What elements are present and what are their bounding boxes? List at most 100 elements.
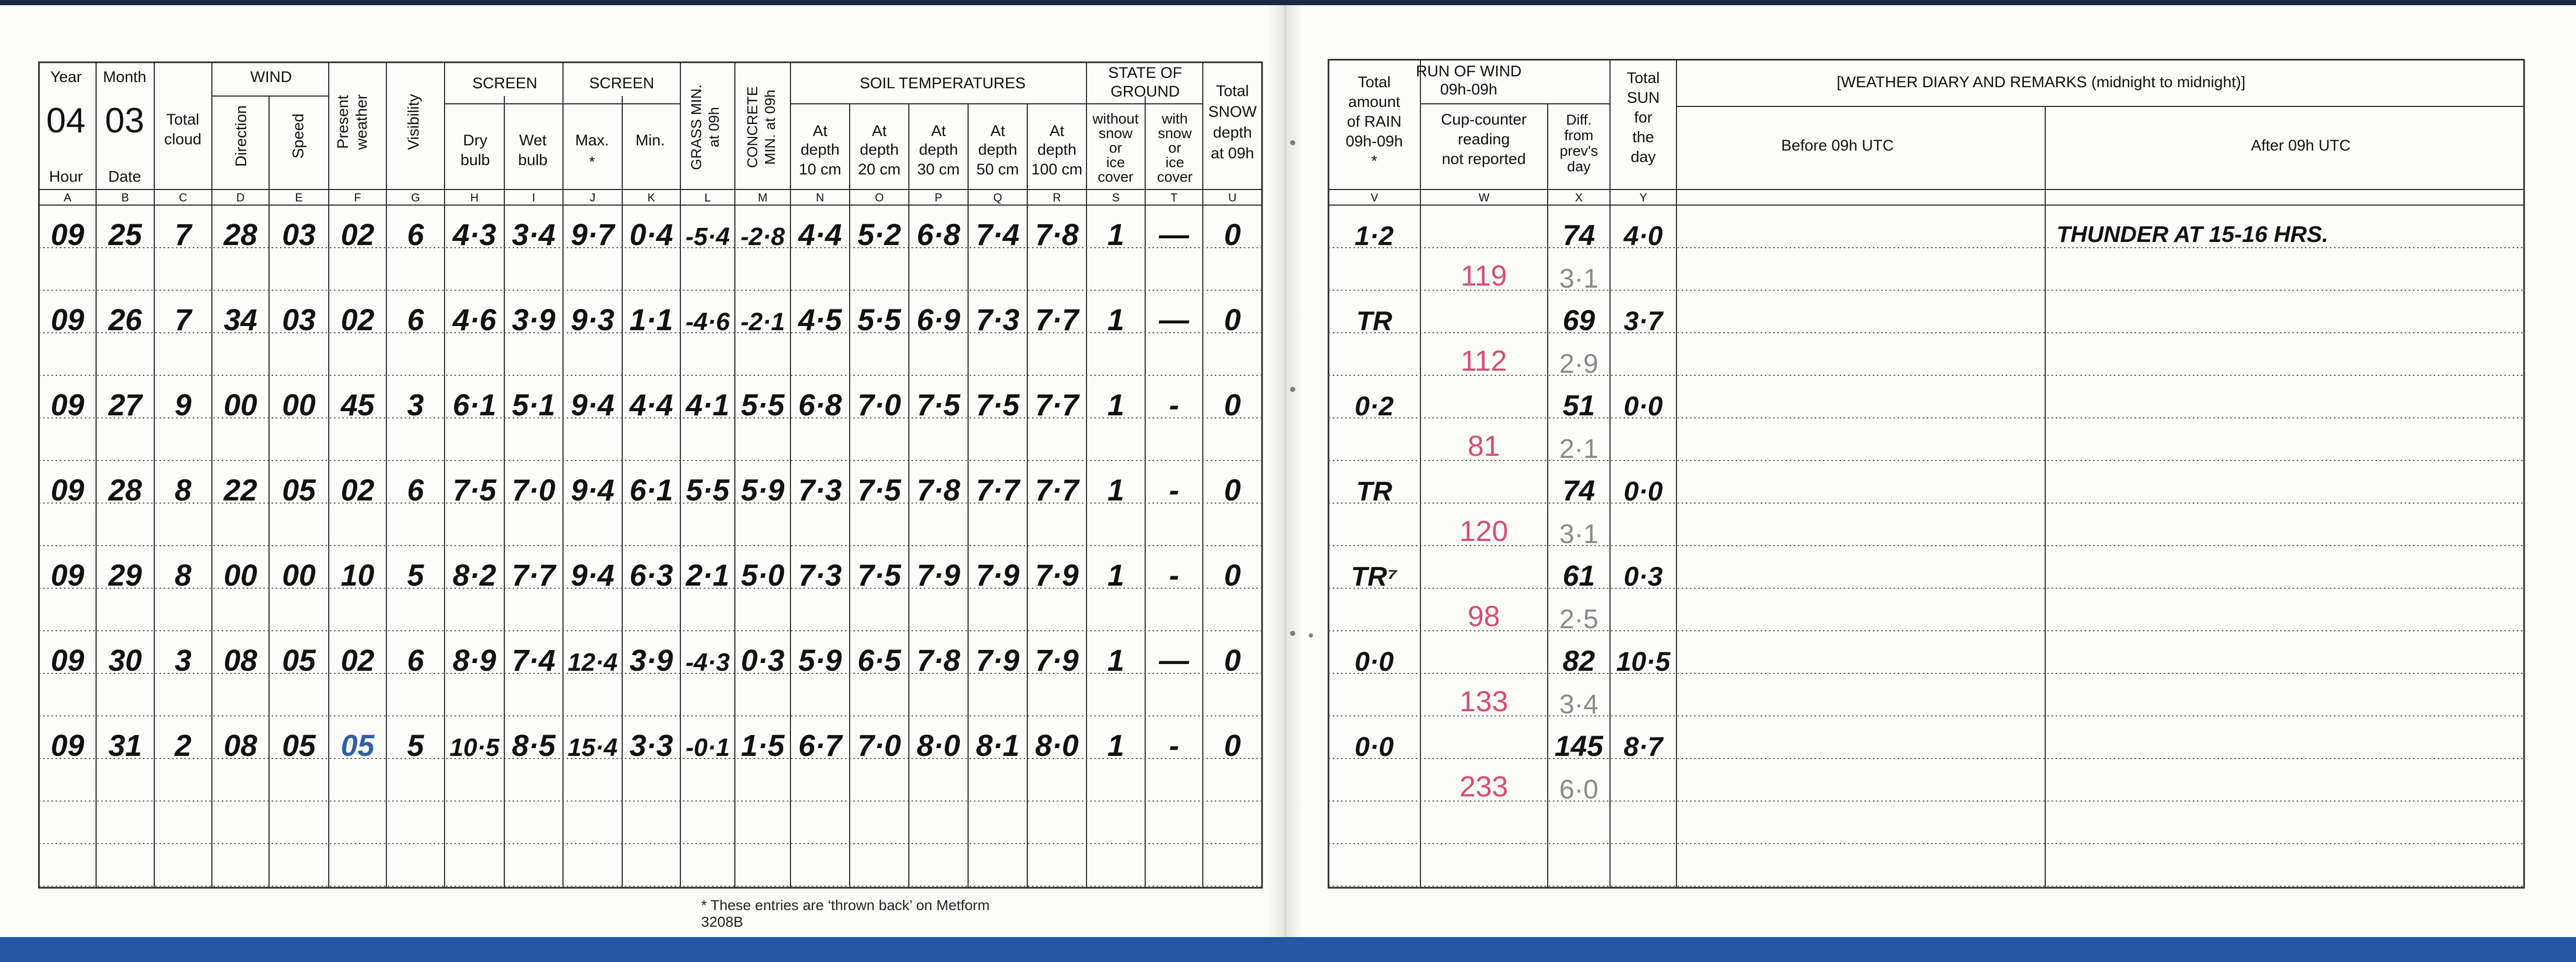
cell-f-row-4: 02 bbox=[341, 473, 374, 507]
cell-run-of-wind-row-7: 145 bbox=[1554, 729, 1603, 762]
cell-cup-counter-row-4: 120 bbox=[1459, 514, 1508, 547]
cell-b-row-5: 29 bbox=[108, 559, 142, 592]
cell-r-row-6: 7·9 bbox=[1035, 644, 1079, 678]
header-rain: 09h-09h bbox=[1346, 133, 1403, 150]
cell-k-row-4: 6·1 bbox=[629, 473, 673, 507]
cell-h-row-1: 4·3 bbox=[452, 218, 497, 252]
header-without-snow: without bbox=[1092, 111, 1139, 127]
cell-p-row-1: 6·8 bbox=[917, 218, 961, 252]
cell-m-row-2: -2·1 bbox=[741, 308, 785, 336]
header-diff: day bbox=[1567, 158, 1590, 174]
cell-c-row-4: 8 bbox=[175, 473, 192, 507]
header-wind: WIND bbox=[250, 69, 292, 86]
cell-p-row-3: 7·5 bbox=[917, 388, 961, 422]
cell-l-row-5: 2·1 bbox=[686, 559, 730, 592]
cell-h-row-5: 8·2 bbox=[453, 559, 497, 592]
header-weather-diary: [WEATHER DIARY AND REMARKS (midnight to … bbox=[1837, 74, 2246, 91]
cell-d-row-6: 08 bbox=[224, 644, 258, 678]
header-rain: of RAIN bbox=[1347, 113, 1401, 130]
cell-d-row-5: 00 bbox=[224, 559, 258, 592]
header-visibility: Visibility bbox=[405, 94, 422, 150]
header-without-snow: or bbox=[1109, 140, 1122, 156]
header-cup-counter: reading bbox=[1458, 131, 1510, 148]
header-without-snow: snow bbox=[1098, 125, 1133, 141]
cell-d-row-3: 00 bbox=[224, 388, 258, 422]
header-state-of-ground-2: GROUND bbox=[1110, 83, 1179, 100]
cell-rain-row-1: 1·2 bbox=[1354, 221, 1393, 251]
header-total-cloud-2: cloud bbox=[164, 131, 202, 148]
cell-p-row-4: 7·8 bbox=[917, 473, 961, 507]
cell-n-row-7: 6·7 bbox=[798, 729, 843, 763]
cell-q-row-6: 7·9 bbox=[976, 644, 1019, 678]
soil-header-depth: depth bbox=[800, 141, 839, 158]
header-total-snow: depth bbox=[1213, 124, 1252, 141]
cell-s-row-5: 1 bbox=[1107, 559, 1124, 592]
cell-t-row-7: - bbox=[1169, 729, 1179, 763]
cell-o-row-3: 7·0 bbox=[857, 388, 901, 422]
cell-g-row-6: 6 bbox=[407, 644, 424, 678]
cell-j-row-4: 9·4 bbox=[571, 473, 614, 507]
cell-n-row-6: 5·9 bbox=[798, 644, 842, 678]
cell-b-row-2: 26 bbox=[108, 303, 142, 337]
cell-k-row-5: 6·3 bbox=[629, 559, 673, 592]
cell-n-row-3: 6·8 bbox=[798, 388, 842, 422]
cell-diff-row-7: 6·0 bbox=[1559, 775, 1598, 805]
cell-s-row-7: 1 bbox=[1107, 729, 1124, 763]
soil-header-depth: depth bbox=[860, 141, 898, 158]
cell-c-row-6: 3 bbox=[175, 644, 191, 678]
column-letter-p: P bbox=[935, 191, 943, 204]
cell-c-row-3: 9 bbox=[175, 388, 191, 422]
cell-s-row-4: 1 bbox=[1107, 473, 1124, 507]
cell-m-row-7: 1·5 bbox=[741, 729, 785, 763]
cell-s-row-6: 1 bbox=[1107, 644, 1124, 678]
cell-diff-row-4: 3·1 bbox=[1559, 519, 1598, 549]
column-letter-e: E bbox=[295, 191, 303, 204]
column-letter-g: G bbox=[411, 191, 420, 204]
cell-b-row-7: 31 bbox=[109, 729, 142, 763]
column-letter-a: A bbox=[64, 191, 72, 204]
cell-a-row-3: 09 bbox=[51, 388, 85, 422]
header-diff: from bbox=[1564, 127, 1593, 143]
cell-d-row-4: 22 bbox=[223, 473, 258, 507]
header-diff: Diff. bbox=[1566, 112, 1591, 128]
cell-cup-counter-row-1: 119 bbox=[1460, 259, 1507, 292]
cell-k-row-3: 4·4 bbox=[629, 388, 673, 422]
header-month: Month bbox=[103, 69, 146, 86]
soil-header-depth: depth bbox=[978, 141, 1017, 158]
cell-i-row-2: 3·9 bbox=[512, 303, 556, 337]
header-max: Max. bbox=[575, 132, 609, 149]
cell-f-row-1: 02 bbox=[341, 218, 374, 252]
cell-e-row-6: 05 bbox=[282, 644, 316, 678]
cell-cup-counter-row-3: 81 bbox=[1468, 429, 1500, 462]
cell-f-row-3: 45 bbox=[340, 388, 374, 422]
cell-rain-row-4: TR bbox=[1356, 477, 1392, 507]
cell-g-row-3: 3 bbox=[407, 388, 424, 422]
cell-l-row-3: 4·1 bbox=[686, 388, 730, 422]
header-date: Date bbox=[108, 168, 141, 185]
column-letter-y: Y bbox=[1640, 191, 1647, 204]
column-letter-i: I bbox=[532, 191, 535, 204]
cell-n-row-1: 4·4 bbox=[798, 218, 842, 252]
header-cup-counter: not reported bbox=[1442, 151, 1526, 168]
right-column-letters: V W X Y bbox=[1371, 191, 1647, 204]
cell-i-row-1: 3·4 bbox=[512, 218, 556, 252]
cell-diff-row-5: 2·5 bbox=[1559, 604, 1598, 634]
header-with-snow: cover bbox=[1157, 169, 1192, 185]
header-with-snow: ice bbox=[1165, 154, 1184, 170]
header-max-star: * bbox=[589, 154, 595, 171]
header-month-value: 03 bbox=[105, 101, 144, 140]
cell-a-row-2: 09 bbox=[51, 303, 85, 337]
cell-p-row-2: 6·9 bbox=[917, 303, 960, 337]
cell-sun-row-1: 4·0 bbox=[1623, 221, 1662, 251]
cell-sun-row-3: 0·0 bbox=[1624, 391, 1662, 422]
cell-u-row-5: 0 bbox=[1224, 559, 1241, 592]
cell-g-row-5: 5 bbox=[407, 559, 424, 592]
header-without-snow: ice bbox=[1106, 154, 1125, 170]
cell-t-row-5: - bbox=[1169, 559, 1179, 592]
right-table-rows: 1·2 74 4·0 119 3·1 THUNDER AT 15-16 HRS. TR 69 3… bbox=[1351, 219, 2328, 805]
cell-k-row-6: 3·9 bbox=[629, 644, 673, 678]
header-year-value: 04 bbox=[46, 101, 86, 140]
cell-i-row-3: 5·1 bbox=[512, 388, 556, 422]
cell-g-row-4: 6 bbox=[407, 473, 424, 507]
cell-l-row-1: -5·4 bbox=[686, 223, 730, 251]
